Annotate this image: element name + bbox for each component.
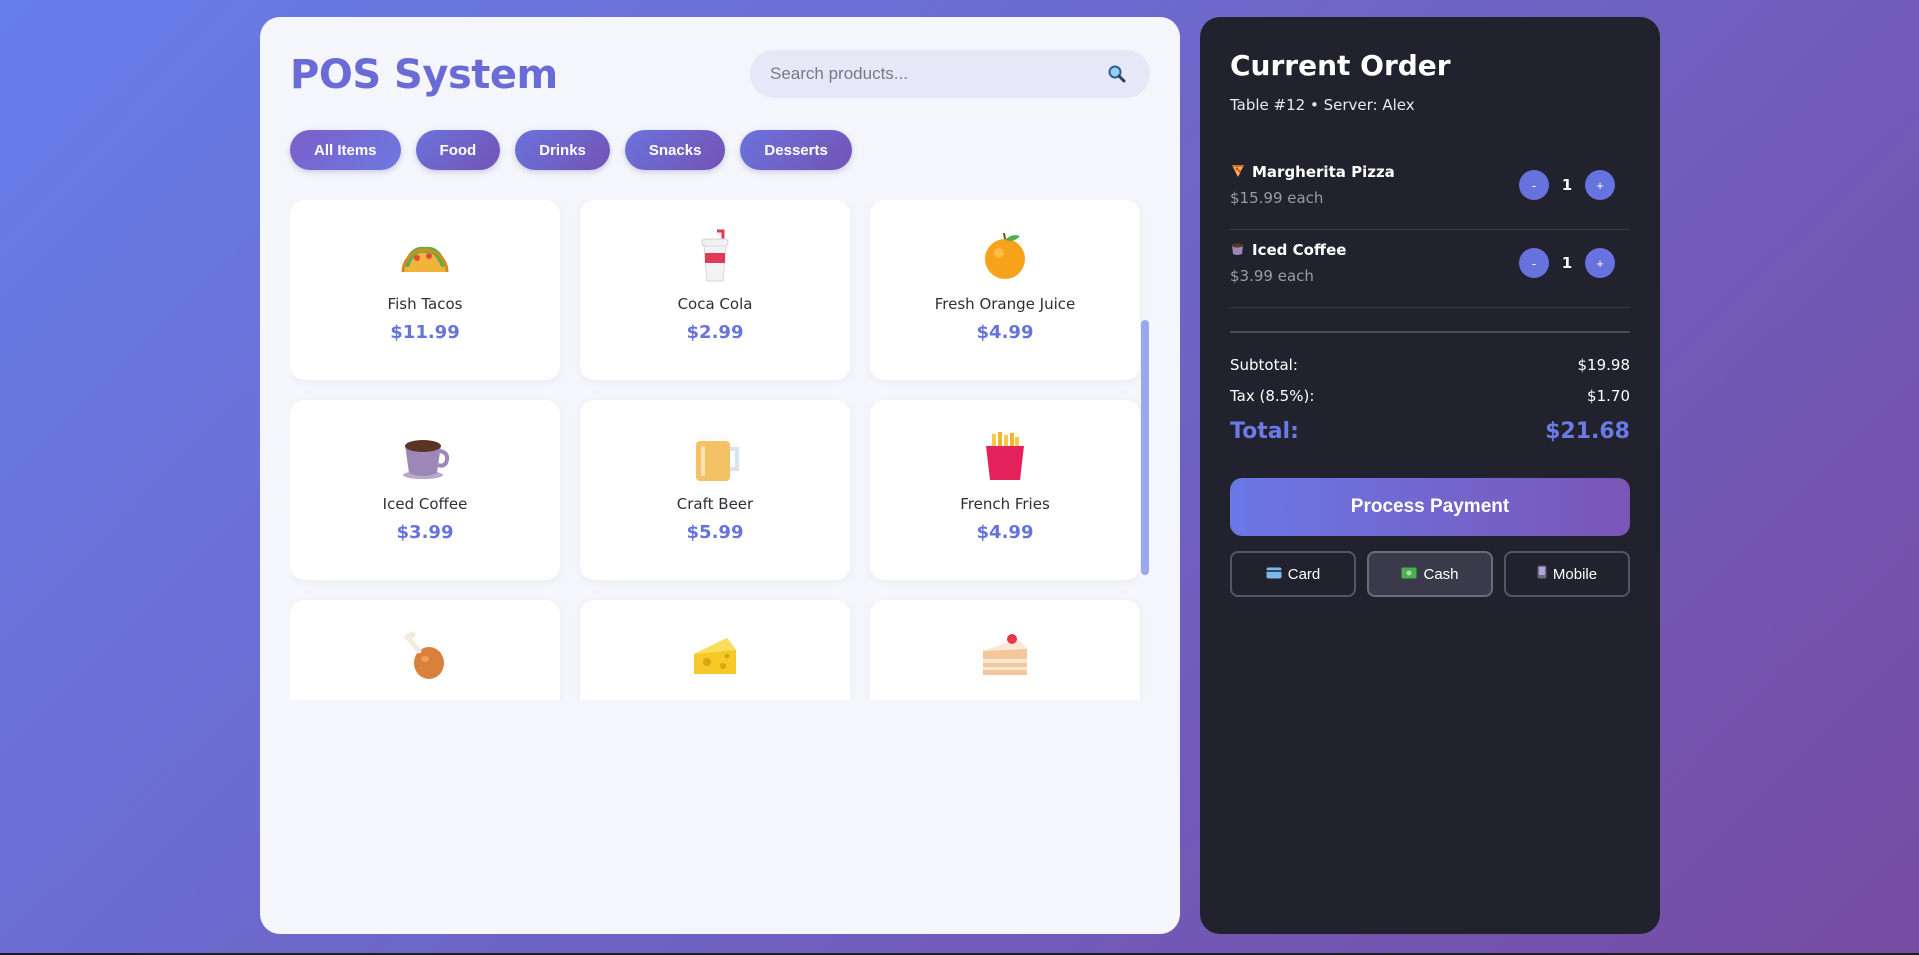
process-payment-button[interactable]: Process Payment bbox=[1230, 478, 1630, 536]
order-item-label: Iced Coffee bbox=[1252, 241, 1347, 259]
products-panel: POS System All Items Food Drinks Snacks … bbox=[260, 17, 1180, 934]
product-name: Coca Cola bbox=[677, 295, 753, 313]
order-item-name: Margherita Pizza bbox=[1230, 162, 1395, 182]
category-desserts[interactable]: Desserts bbox=[740, 130, 852, 170]
tax-value: $1.70 bbox=[1587, 387, 1630, 405]
product-grid: Fish Tacos $11.99 Coca Cola $2.99 Fresh … bbox=[290, 200, 1150, 700]
app-title: POS System bbox=[290, 52, 558, 98]
product-price: $4.99 bbox=[976, 322, 1034, 343]
coffee-icon bbox=[1230, 240, 1246, 260]
pizza-icon bbox=[1230, 162, 1246, 182]
product-card[interactable]: French Fries $4.99 bbox=[870, 400, 1140, 580]
product-price: $2.99 bbox=[686, 322, 744, 343]
increase-quantity-button[interactable]: + bbox=[1585, 248, 1615, 278]
search-input[interactable] bbox=[750, 50, 1090, 98]
quantity-stepper: - 1 + bbox=[1519, 170, 1615, 200]
search-icon[interactable] bbox=[1107, 64, 1127, 84]
product-name: Fresh Orange Juice bbox=[934, 295, 1076, 313]
beer-mug-icon bbox=[687, 428, 743, 484]
product-card[interactable]: Coca Cola $2.99 bbox=[580, 200, 850, 380]
order-item-label: Margherita Pizza bbox=[1252, 163, 1395, 181]
decrease-quantity-button[interactable]: - bbox=[1519, 170, 1549, 200]
category-food[interactable]: Food bbox=[415, 130, 501, 170]
soda-cup-icon bbox=[687, 228, 743, 284]
cash-icon bbox=[1401, 566, 1417, 583]
category-all-items[interactable]: All Items bbox=[290, 130, 401, 170]
product-card[interactable] bbox=[870, 600, 1140, 700]
payment-mobile-button[interactable]: Mobile bbox=[1504, 551, 1630, 597]
increase-quantity-button[interactable]: + bbox=[1585, 170, 1615, 200]
payment-card-button[interactable]: Card bbox=[1230, 551, 1356, 597]
summary-divider bbox=[1230, 331, 1630, 333]
orange-icon bbox=[977, 228, 1033, 284]
product-card[interactable]: Fish Tacos $11.99 bbox=[290, 200, 560, 380]
product-price: $5.99 bbox=[686, 522, 744, 543]
subtotal-value: $19.98 bbox=[1577, 356, 1631, 374]
total-label: Total: bbox=[1230, 419, 1299, 444]
category-drinks[interactable]: Drinks bbox=[515, 130, 610, 170]
fries-icon bbox=[977, 428, 1033, 484]
product-name: Iced Coffee bbox=[382, 495, 468, 513]
order-item-price: $15.99 each bbox=[1230, 189, 1324, 207]
payment-mobile-label: Mobile bbox=[1552, 565, 1598, 583]
product-card[interactable]: Fresh Orange Juice $4.99 bbox=[870, 200, 1140, 380]
product-card[interactable] bbox=[290, 600, 560, 700]
order-item: Margherita Pizza $15.99 each - 1 + bbox=[1230, 152, 1630, 230]
payment-cash-label: Cash bbox=[1423, 565, 1459, 583]
chicken-leg-icon bbox=[397, 628, 453, 684]
cheese-icon bbox=[687, 628, 743, 684]
total-row: Total: $21.68 bbox=[1230, 419, 1630, 444]
order-items: Margherita Pizza $15.99 each - 1 + Iced … bbox=[1230, 152, 1630, 308]
product-name: Fish Tacos bbox=[387, 295, 463, 313]
payment-methods: Card Cash Mobile bbox=[1230, 551, 1630, 597]
product-price: $11.99 bbox=[390, 322, 460, 343]
cake-slice-icon bbox=[977, 628, 1033, 684]
product-card[interactable] bbox=[580, 600, 850, 700]
total-value: $21.68 bbox=[1545, 419, 1630, 444]
order-meta: Table #12 • Server: Alex bbox=[1230, 96, 1415, 114]
tax-label: Tax (8.5%): bbox=[1230, 387, 1315, 405]
order-panel: Current Order Table #12 • Server: Alex M… bbox=[1200, 17, 1660, 934]
tax-row: Tax (8.5%): $1.70 bbox=[1230, 387, 1630, 405]
category-bar: All Items Food Drinks Snacks Desserts bbox=[290, 130, 852, 170]
order-item: Iced Coffee $3.99 each - 1 + bbox=[1230, 230, 1630, 308]
payment-card-label: Card bbox=[1287, 565, 1321, 583]
category-snacks[interactable]: Snacks bbox=[624, 130, 726, 170]
subtotal-row: Subtotal: $19.98 bbox=[1230, 356, 1630, 374]
scrollbar-thumb[interactable] bbox=[1141, 320, 1149, 575]
taco-icon bbox=[397, 228, 453, 284]
credit-card-icon bbox=[1266, 566, 1282, 583]
order-item-price: $3.99 each bbox=[1230, 267, 1314, 285]
product-name: Craft Beer bbox=[676, 495, 754, 513]
quantity-value: 1 bbox=[1561, 254, 1573, 272]
payment-cash-button[interactable]: Cash bbox=[1367, 551, 1493, 597]
subtotal-label: Subtotal: bbox=[1230, 356, 1298, 374]
product-name: French Fries bbox=[960, 495, 1050, 513]
quantity-stepper: - 1 + bbox=[1519, 248, 1615, 278]
mobile-phone-icon bbox=[1537, 565, 1547, 583]
coffee-icon bbox=[397, 428, 453, 484]
product-price: $4.99 bbox=[976, 522, 1034, 543]
product-grid-viewport: Fish Tacos $11.99 Coca Cola $2.99 Fresh … bbox=[290, 200, 1150, 700]
product-card[interactable]: Craft Beer $5.99 bbox=[580, 400, 850, 580]
search-box bbox=[750, 50, 1150, 98]
order-title: Current Order bbox=[1230, 49, 1451, 82]
product-scrollbar[interactable] bbox=[1141, 200, 1149, 700]
decrease-quantity-button[interactable]: - bbox=[1519, 248, 1549, 278]
quantity-value: 1 bbox=[1561, 176, 1573, 194]
product-card[interactable]: Iced Coffee $3.99 bbox=[290, 400, 560, 580]
product-price: $3.99 bbox=[396, 522, 454, 543]
order-item-name: Iced Coffee bbox=[1230, 240, 1346, 260]
